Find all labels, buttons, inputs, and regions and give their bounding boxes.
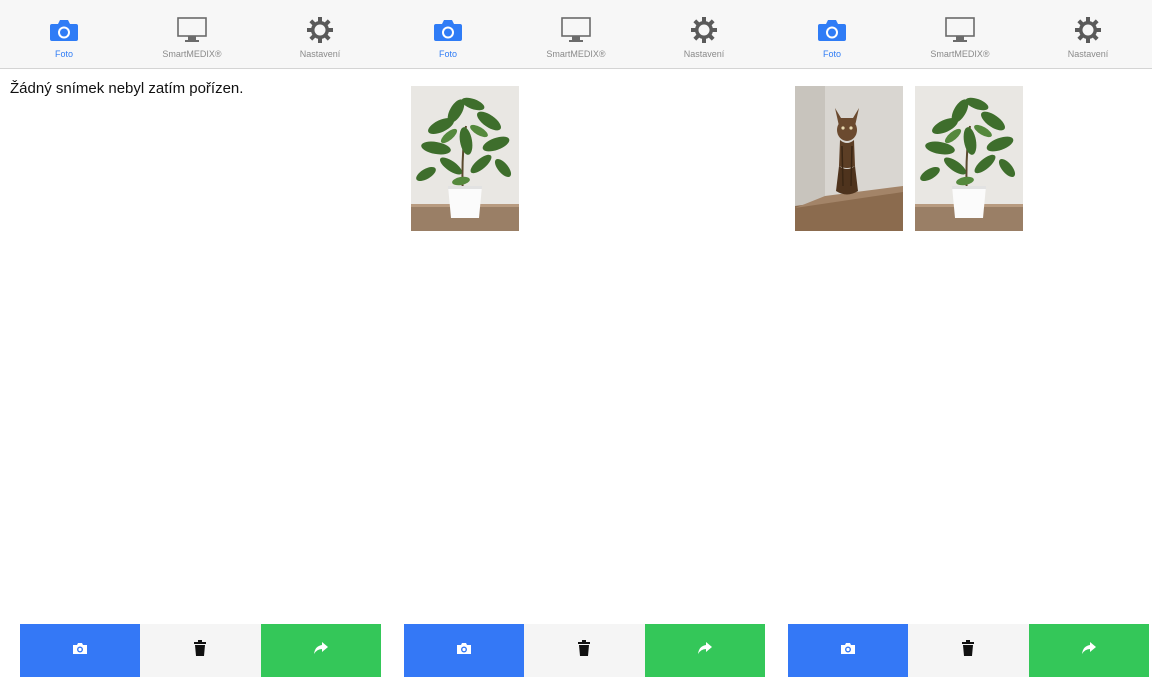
take-photo-button[interactable] (788, 624, 909, 677)
share-arrow-icon (697, 641, 713, 660)
tab-label: SmartMEDIX® (930, 49, 990, 59)
empty-message: Žádný snímek nebyl zatím pořízen. (10, 80, 244, 97)
share-arrow-icon (313, 641, 329, 660)
tab-label: Foto (54, 49, 73, 59)
tab-label: Foto (822, 49, 841, 59)
screen-one-photo: Foto SmartMEDIX® Nastavení (384, 0, 768, 677)
share-button[interactable] (260, 624, 381, 677)
share-button[interactable] (644, 624, 765, 677)
tab-smartmedix[interactable]: SmartMEDIX® (512, 0, 640, 68)
photo-thumbnail-plant[interactable] (411, 86, 519, 231)
tab-smartmedix[interactable]: SmartMEDIX® (896, 0, 1024, 68)
gear-icon (1068, 12, 1108, 48)
delete-button[interactable] (140, 624, 261, 677)
gear-icon (684, 12, 724, 48)
share-button[interactable] (1028, 624, 1149, 677)
trash-icon (194, 640, 207, 661)
share-arrow-icon (1081, 641, 1097, 660)
camera-icon (72, 642, 88, 660)
gear-icon (300, 12, 340, 48)
tab-nastaveni[interactable]: Nastavení (256, 0, 384, 68)
delete-button[interactable] (524, 624, 645, 677)
tab-label: Nastavení (299, 49, 341, 59)
tab-smartmedix[interactable]: SmartMEDIX® (128, 0, 256, 68)
photo-thumbnail-plant[interactable] (915, 86, 1023, 231)
tab-foto[interactable]: Foto (384, 0, 512, 68)
tab-bar: Foto SmartMEDIX® Nastavení (768, 0, 1152, 69)
take-photo-button[interactable] (404, 624, 525, 677)
tab-label: Nastavení (1067, 49, 1109, 59)
tab-nastaveni[interactable]: Nastavení (640, 0, 768, 68)
monitor-icon (556, 12, 596, 48)
delete-button[interactable] (908, 624, 1029, 677)
tab-foto[interactable]: Foto (768, 0, 896, 68)
take-photo-button[interactable] (20, 624, 141, 677)
trash-icon (578, 640, 591, 661)
monitor-icon (940, 12, 980, 48)
tab-nastaveni[interactable]: Nastavení (1024, 0, 1152, 68)
trash-icon (962, 640, 975, 661)
tab-foto[interactable]: Foto (0, 0, 128, 68)
tab-label: SmartMEDIX® (546, 49, 606, 59)
monitor-icon (172, 12, 212, 48)
tab-bar: Foto SmartMEDIX® Nastavení (0, 0, 384, 69)
tab-label: SmartMEDIX® (162, 49, 222, 59)
bottom-toolbar (788, 624, 1149, 677)
screen-two-photos: Foto SmartMEDIX® Nastavení (768, 0, 1152, 677)
bottom-toolbar (404, 624, 765, 677)
photo-thumbnail-cat-statue[interactable] (795, 86, 903, 231)
camera-icon (44, 12, 84, 48)
screen-empty: Foto SmartMEDIX® Nastavení Žádný snímek … (0, 0, 384, 677)
tab-label: Foto (438, 49, 457, 59)
camera-icon (840, 642, 856, 660)
camera-icon (428, 12, 468, 48)
bottom-toolbar (20, 624, 381, 677)
tab-label: Nastavení (683, 49, 725, 59)
tab-bar: Foto SmartMEDIX® Nastavení (384, 0, 768, 69)
camera-icon (812, 12, 852, 48)
camera-icon (456, 642, 472, 660)
